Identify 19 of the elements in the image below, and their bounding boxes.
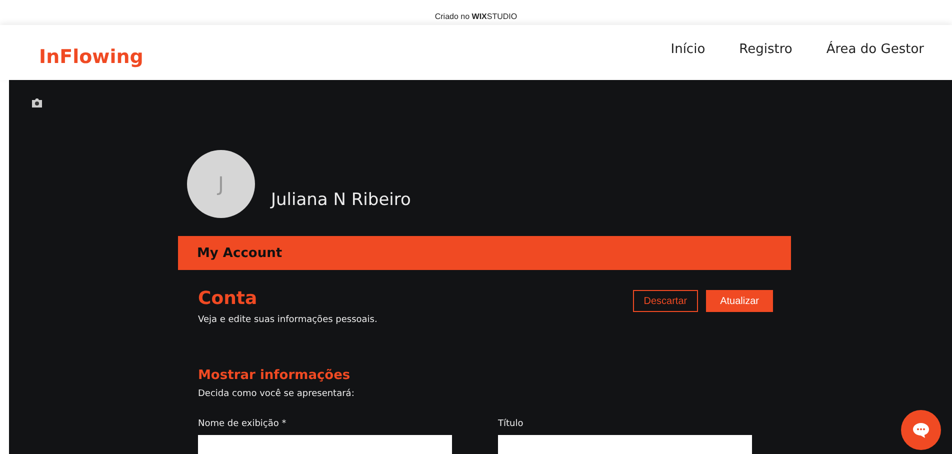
nav-link[interactable]: Registro (739, 42, 792, 57)
field-label: Título (498, 419, 524, 429)
account-title: My Account (197, 246, 282, 260)
section-subtitle: Veja e edite suas informações pessoais. (198, 315, 378, 325)
banner-text: Criado no WIXSTUDIO (434, 12, 518, 21)
discard-button[interactable]: Descartar (632, 290, 698, 312)
nav-link[interactable]: Área do Gestor (826, 42, 924, 57)
update-button[interactable]: Atualizar (706, 290, 773, 312)
site-logo[interactable]: InFlowing (39, 46, 144, 68)
field-label: Nome de exibição * (198, 419, 288, 429)
display-subtitle: Decida como você se apresentará: (198, 389, 356, 399)
display-title: Mostrar informações (198, 368, 352, 383)
section-title: Conta (198, 288, 258, 309)
camera-icon[interactable] (31, 98, 43, 108)
chat-button[interactable] (901, 410, 941, 450)
profile-name: Juliana N Ribeiro (271, 190, 411, 210)
avatar: J (187, 150, 255, 218)
nav-link[interactable]: Início (670, 42, 706, 57)
chat-bubble-icon (912, 422, 930, 438)
